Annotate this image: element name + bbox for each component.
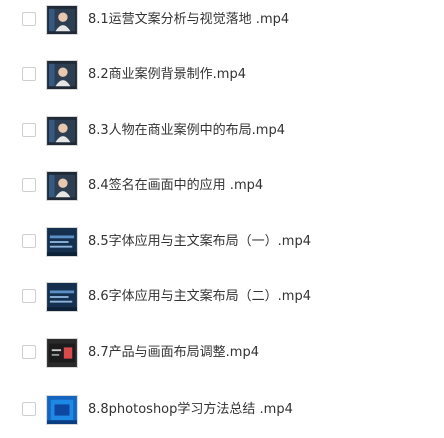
file-name[interactable]: 8.6字体应用与主文案布局（二）.mp4	[88, 287, 311, 307]
video-thumbnail-product-icon	[46, 338, 78, 368]
file-row[interactable]: 8.3人物在商业案例中的布局.mp4	[0, 111, 444, 151]
file-name[interactable]: 8.8photoshop学习方法总结 .mp4	[88, 400, 293, 420]
row-checkbox[interactable]	[22, 345, 36, 359]
video-thumbnail-blue-icon	[46, 395, 78, 425]
row-checkbox[interactable]	[22, 67, 36, 81]
file-name[interactable]: 8.4签名在画面中的应用 .mp4	[88, 176, 263, 196]
row-checkbox[interactable]	[22, 178, 36, 192]
video-thumbnail-text-icon	[46, 282, 78, 312]
row-checkbox[interactable]	[22, 402, 36, 416]
video-thumbnail-portrait-icon	[46, 171, 78, 201]
video-thumbnail-portrait-icon	[46, 116, 78, 146]
video-thumbnail-portrait-icon	[46, 60, 78, 90]
video-thumbnail-portrait-icon	[46, 5, 78, 35]
file-row[interactable]: 8.5字体应用与主文案布局（一）.mp4	[0, 222, 444, 262]
row-checkbox[interactable]	[22, 12, 36, 26]
file-row[interactable]: 8.8photoshop学习方法总结 .mp4	[0, 390, 444, 430]
file-name[interactable]: 8.3人物在商业案例中的布局.mp4	[88, 121, 285, 141]
row-checkbox[interactable]	[22, 123, 36, 137]
video-thumbnail-text-icon	[46, 227, 78, 257]
file-name[interactable]: 8.5字体应用与主文案布局（一）.mp4	[88, 232, 311, 252]
file-name[interactable]: 8.2商业案例背景制作.mp4	[88, 65, 246, 85]
file-list: 8.1运营文案分析与视觉落地 .mp4 8.2商业案例背景制作.mp4 8.3人…	[0, 0, 444, 438]
file-row[interactable]: 8.2商业案例背景制作.mp4	[0, 55, 444, 95]
file-row[interactable]: 8.1运营文案分析与视觉落地 .mp4	[0, 0, 444, 40]
file-row[interactable]: 8.7产品与画面布局调整.mp4	[0, 333, 444, 373]
row-checkbox[interactable]	[22, 234, 36, 248]
file-row[interactable]: 8.6字体应用与主文案布局（二）.mp4	[0, 277, 444, 317]
file-name[interactable]: 8.7产品与画面布局调整.mp4	[88, 343, 259, 363]
row-checkbox[interactable]	[22, 289, 36, 303]
file-row[interactable]: 8.4签名在画面中的应用 .mp4	[0, 166, 444, 206]
file-name[interactable]: 8.1运营文案分析与视觉落地 .mp4	[88, 10, 289, 30]
